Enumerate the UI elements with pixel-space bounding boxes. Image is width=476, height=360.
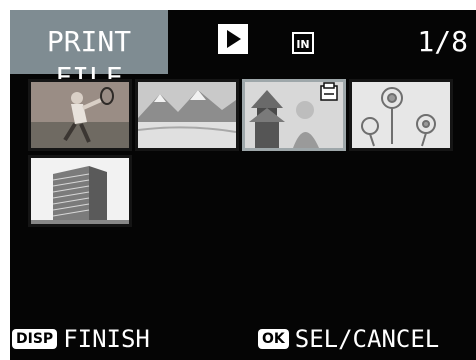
thumb-tennis-player[interactable] — [28, 79, 132, 151]
internal-memory-icon: IN — [292, 32, 314, 54]
finish-label: FINISH — [63, 325, 150, 353]
footer: DISP FINISH OK SEL/CANCEL — [10, 316, 476, 360]
finish-hint[interactable]: DISP FINISH — [12, 326, 150, 352]
camera-screen: PRINT FILE IN 1/8 DISP FINISH OK SEL/CAN… — [10, 10, 476, 360]
thumb-woman-pagoda[interactable] — [242, 79, 346, 151]
sel-cancel-label: SEL/CANCEL — [294, 325, 440, 353]
play-icon — [218, 24, 248, 54]
disp-key-icon: DISP — [12, 329, 58, 349]
select-cancel-hint[interactable]: OK SEL/CANCEL — [258, 326, 439, 352]
thumb-mountain-lake[interactable] — [135, 79, 239, 151]
image-counter: 1/8 — [417, 25, 468, 58]
thumb-building[interactable] — [28, 155, 132, 227]
thumb-flowers[interactable] — [349, 79, 453, 151]
memory-label: IN — [296, 38, 309, 51]
title-box: PRINT FILE — [10, 10, 168, 94]
ok-key-icon: OK — [258, 329, 289, 349]
